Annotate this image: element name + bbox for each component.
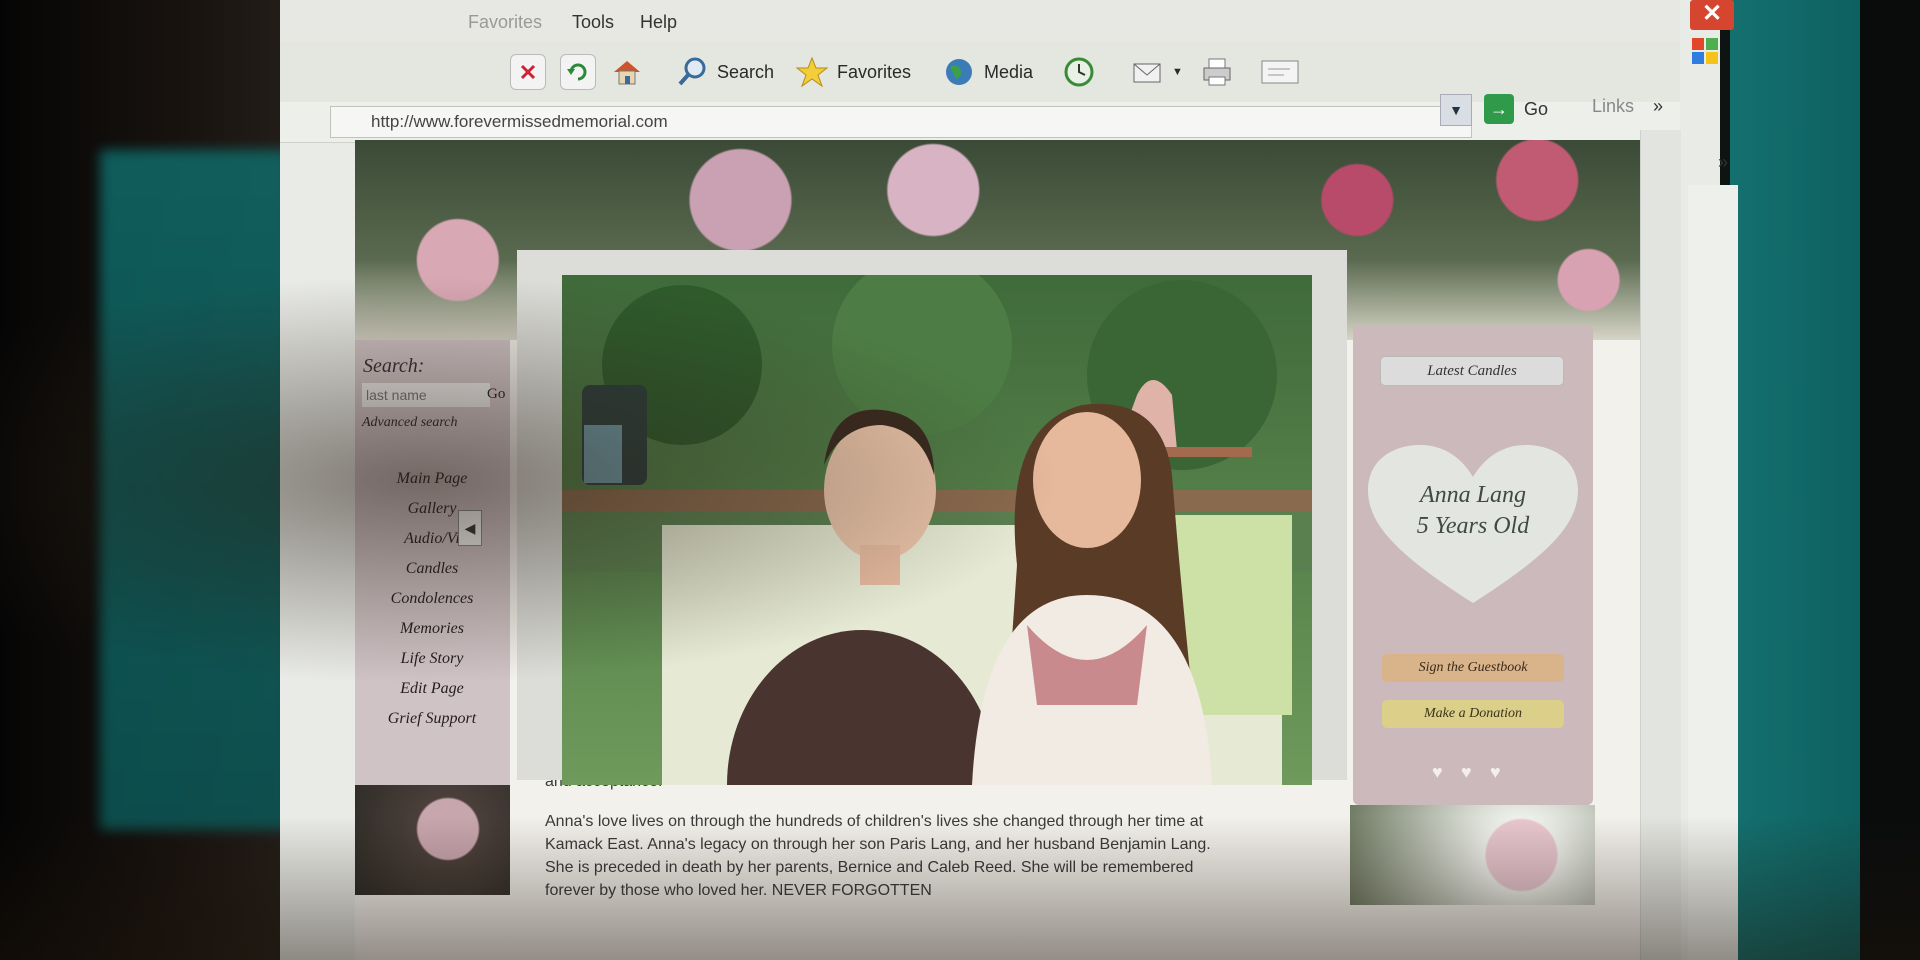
refresh-button[interactable] <box>560 52 596 92</box>
search-heading: Search: <box>363 355 425 377</box>
sign-guestbook-button[interactable]: Sign the Guestbook <box>1382 654 1564 682</box>
page-scrollbar[interactable] <box>1640 130 1681 960</box>
history-button[interactable] <box>1062 52 1096 92</box>
memorial-photo[interactable] <box>562 275 1312 785</box>
media-button[interactable]: Media <box>942 52 1033 92</box>
photo-image <box>562 275 1312 785</box>
previous-photo-button[interactable]: ◀ <box>458 510 482 546</box>
obituary-line: She is preceded in death by her parents,… <box>545 859 1194 876</box>
address-dropdown[interactable]: ▼ <box>1440 94 1472 126</box>
floral-corner-image <box>1350 805 1595 905</box>
chevron-down-icon: ▼ <box>1172 66 1183 78</box>
obituary-line: forever by those who loved her. NEVER FO… <box>545 882 932 899</box>
printer-icon <box>1200 55 1234 89</box>
obituary-line: Kamack East. Anna's legacy on through he… <box>545 836 1211 853</box>
close-button[interactable]: ✕ <box>1690 0 1734 30</box>
mail-button[interactable]: ▼ <box>1130 52 1183 92</box>
outer-scrollbar[interactable] <box>1688 185 1738 960</box>
latest-candles-button[interactable]: Latest Candles <box>1380 356 1564 386</box>
edit-button[interactable] <box>1260 52 1299 92</box>
globe-icon <box>942 55 976 89</box>
menu-tools[interactable]: Tools <box>572 12 614 33</box>
nav-main-page[interactable]: Main Page <box>362 470 502 488</box>
last-name-search-input[interactable] <box>362 383 490 407</box>
menu-favorites[interactable]: Favorites <box>468 12 542 33</box>
nav-edit-page[interactable]: Edit Page <box>362 680 502 698</box>
monitor-bezel-left <box>100 150 290 830</box>
obituary-line: Anna's love lives on through the hundred… <box>545 813 1204 830</box>
heart-icon: ♥ <box>1432 762 1443 782</box>
monitor-bezel-right <box>1730 0 1870 960</box>
go-arrow-icon: → <box>1484 94 1514 124</box>
star-icon <box>795 55 829 89</box>
home-icon <box>610 55 644 89</box>
links-label: Links <box>1592 96 1635 116</box>
deceased-age: 5 Years Old <box>1416 513 1530 539</box>
go-label: Go <box>1524 98 1549 119</box>
nav-life-story[interactable]: Life Story <box>362 650 502 668</box>
nav-candles[interactable]: Candles <box>362 560 502 578</box>
close-icon: ✕ <box>1701 0 1723 27</box>
refresh-icon <box>560 54 596 90</box>
chevron-right-icon: » <box>1718 152 1729 172</box>
stop-button[interactable] <box>510 52 546 92</box>
nav-memories[interactable]: Memories <box>362 620 502 638</box>
obituary-paragraph: Anna's love lives on through the hundred… <box>545 810 1315 902</box>
chevron-right-icon: » <box>1653 96 1664 116</box>
nav-condolences[interactable]: Condolences <box>362 590 502 608</box>
chevron-left-icon: ◀ <box>464 520 476 536</box>
home-button[interactable] <box>610 52 644 92</box>
menu-bar: Favorites Tools Help <box>280 0 1680 42</box>
url-input[interactable]: http://www.forevermissedmemorial.com <box>330 106 1472 138</box>
favorites-button[interactable]: Favorites <box>795 52 911 92</box>
heart-icon: ♥ <box>1490 762 1501 782</box>
media-label: Media <box>984 61 1034 82</box>
search-button[interactable]: Search <box>675 52 774 92</box>
go-button[interactable]: → Go <box>1484 92 1548 126</box>
links-button[interactable]: Links » <box>1592 96 1663 117</box>
deceased-name: Anna Lang <box>1419 482 1526 508</box>
search-go-button[interactable]: Go <box>487 386 505 403</box>
heart-icon: ♥ <box>1461 762 1472 782</box>
floral-corner-image <box>355 785 510 895</box>
menu-help[interactable]: Help <box>640 12 677 33</box>
history-icon <box>1062 55 1096 89</box>
stop-icon <box>510 54 546 90</box>
url-text: http://www.forevermissedmemorial.com <box>371 112 668 131</box>
windows-logo-icon <box>1690 36 1720 66</box>
edit-icon <box>1260 55 1299 89</box>
favorites-label: Favorites <box>837 61 912 82</box>
search-label: Search <box>717 61 775 82</box>
mail-icon <box>1130 55 1164 89</box>
room-edge <box>1860 0 1920 960</box>
nav-grief-support[interactable]: Grief Support <box>362 710 502 728</box>
search-icon <box>675 55 709 89</box>
make-donation-button[interactable]: Make a Donation <box>1382 700 1564 728</box>
print-button[interactable] <box>1200 52 1234 92</box>
advanced-search-link[interactable]: Advanced search <box>362 415 458 431</box>
chevron-down-icon: ▼ <box>1449 102 1463 118</box>
